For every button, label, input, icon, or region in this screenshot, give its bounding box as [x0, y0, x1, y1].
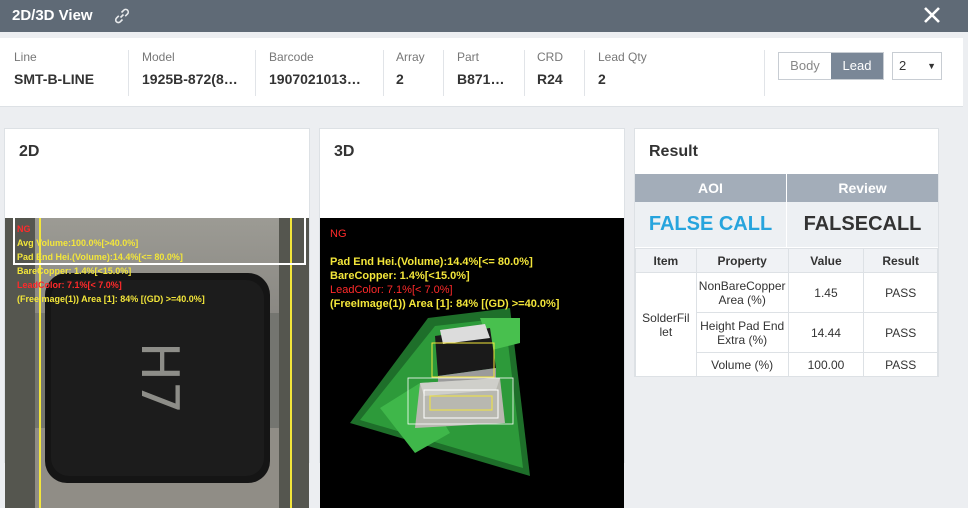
window-title: 2D/3D View — [12, 7, 93, 24]
result-table: Item Property Value Result SolderFillet … — [635, 248, 938, 377]
field-value: SMT-B-LINE — [14, 71, 95, 87]
divider — [383, 50, 384, 96]
review-value: FALSECALL — [787, 202, 938, 247]
overlay-bare-copper: BareCopper: 1.4%[<15.0%] — [17, 266, 132, 276]
divider — [524, 50, 525, 96]
field-label: Model — [142, 50, 175, 64]
table-header-row: Item Property Value Result — [635, 248, 938, 273]
svg-text:H7: H7 — [129, 342, 189, 414]
window-titlebar: 2D/3D View — [0, 0, 968, 32]
panel-title: Result — [649, 143, 698, 160]
lead-button[interactable]: Lead — [831, 53, 883, 79]
aoi-value: FALSE CALL — [635, 202, 787, 247]
info-bar: Line SMT-B-LINE Model 1925B-872(8… Barco… — [0, 38, 963, 107]
panel-title: 2D — [19, 143, 40, 160]
table-row: SolderFillet NonBareCopper Area (%) 1.45… — [635, 272, 938, 377]
result-cell: PASS — [863, 352, 938, 377]
field-part: Part B871… — [457, 50, 504, 96]
result-values: FALSE CALL FALSECALL — [635, 202, 938, 247]
result-cell: PASS — [863, 272, 938, 313]
overlay-free-image-area: (FreeImage(1)) Area [1]: 84% [(GD) >=40.… — [17, 294, 205, 304]
panel-title: 3D — [334, 143, 355, 160]
field-value: 1907021013… — [269, 71, 361, 87]
divider — [443, 50, 444, 96]
overlay-free-image-area: (FreeImage(1)) Area [1]: 84% [(GD) >=40.… — [330, 298, 560, 310]
overlay-pad-end-height: Pad End Hei.(Volume):14.4%[<= 80.0%] — [330, 256, 533, 268]
chevron-down-icon: ▼ — [927, 61, 936, 71]
panel-2d: 2D H7 NG Avg Volume:100.0%[>40.0%] Pad E… — [4, 128, 310, 508]
field-value: B871… — [457, 71, 505, 87]
property-cell: Height Pad End Extra (%) — [695, 312, 789, 353]
field-label: Barcode — [269, 50, 314, 64]
value-cell: 100.00 — [787, 352, 865, 377]
field-label: Lead Qty — [598, 50, 647, 64]
lead-select[interactable]: 2 ▼ — [892, 52, 942, 80]
field-array: Array 2 — [396, 50, 425, 96]
field-barcode: Barcode 1907021013… — [269, 50, 361, 96]
field-label: Array — [396, 50, 425, 64]
divider — [584, 50, 585, 96]
divider — [255, 50, 256, 96]
panel-3d: 3D NG Pad End Hei.(Volume):14.4%[<= 80.0… — [319, 128, 625, 508]
overlay-lead-color: LeadColor: 7.1%[< 7.0%] — [17, 280, 122, 290]
column-header-result: Result — [863, 248, 938, 273]
link-icon[interactable] — [112, 6, 132, 26]
value-cell: 14.44 — [787, 312, 865, 353]
column-header-property: Property — [695, 248, 789, 273]
divider — [128, 50, 129, 96]
result-cell: PASS — [863, 312, 938, 353]
overlay-pad-end-height: Pad End Hei.(Volume):14.4%[<= 80.0%] — [17, 252, 183, 262]
overlay-ng: NG — [330, 228, 347, 240]
value-cell: 1.45 — [787, 272, 865, 313]
field-value: R24 — [537, 71, 563, 87]
review-label: Review — [787, 174, 938, 202]
image-3d: NG Pad End Hei.(Volume):14.4%[<= 80.0%] … — [320, 218, 624, 508]
body-lead-toggle: Body Lead — [778, 52, 884, 80]
field-crd: CRD R24 — [537, 50, 563, 96]
field-lead-qty: Lead Qty 2 — [598, 50, 647, 96]
item-cell: SolderFillet — [635, 272, 697, 377]
panel-result: Result AOI Review FALSE CALL FALSECALL I… — [634, 128, 939, 377]
field-label: CRD — [537, 50, 563, 64]
field-label: Part — [457, 50, 480, 64]
overlay-avg-volume: Avg Volume:100.0%[>40.0%] — [17, 238, 139, 248]
field-value: 2 — [396, 71, 404, 87]
overlay-ng: NG — [17, 224, 31, 234]
property-cell: NonBareCopper Area (%) — [695, 272, 789, 313]
field-value: 1925B-872(8… — [142, 71, 238, 87]
column-header-item: Item — [635, 248, 697, 273]
image-2d: H7 NG Avg Volume:100.0%[>40.0%] Pad End … — [5, 218, 309, 508]
field-value: 2 — [598, 71, 606, 87]
close-icon[interactable] — [920, 3, 944, 27]
column-header-value: Value — [787, 248, 865, 273]
field-label: Line — [14, 50, 37, 64]
field-model: Model 1925B-872(8… — [142, 50, 238, 96]
field-line: Line SMT-B-LINE — [14, 50, 94, 96]
divider — [764, 50, 765, 96]
overlay-lead-color: LeadColor: 7.1%[< 7.0%] — [330, 284, 453, 296]
lead-select-value: 2 — [899, 58, 907, 73]
result-header: AOI Review — [635, 174, 938, 202]
aoi-label: AOI — [635, 174, 787, 202]
body-button[interactable]: Body — [779, 53, 831, 79]
overlay-bare-copper: BareCopper: 1.4%[<15.0%] — [330, 270, 470, 282]
property-cell: Volume (%) — [695, 352, 789, 377]
